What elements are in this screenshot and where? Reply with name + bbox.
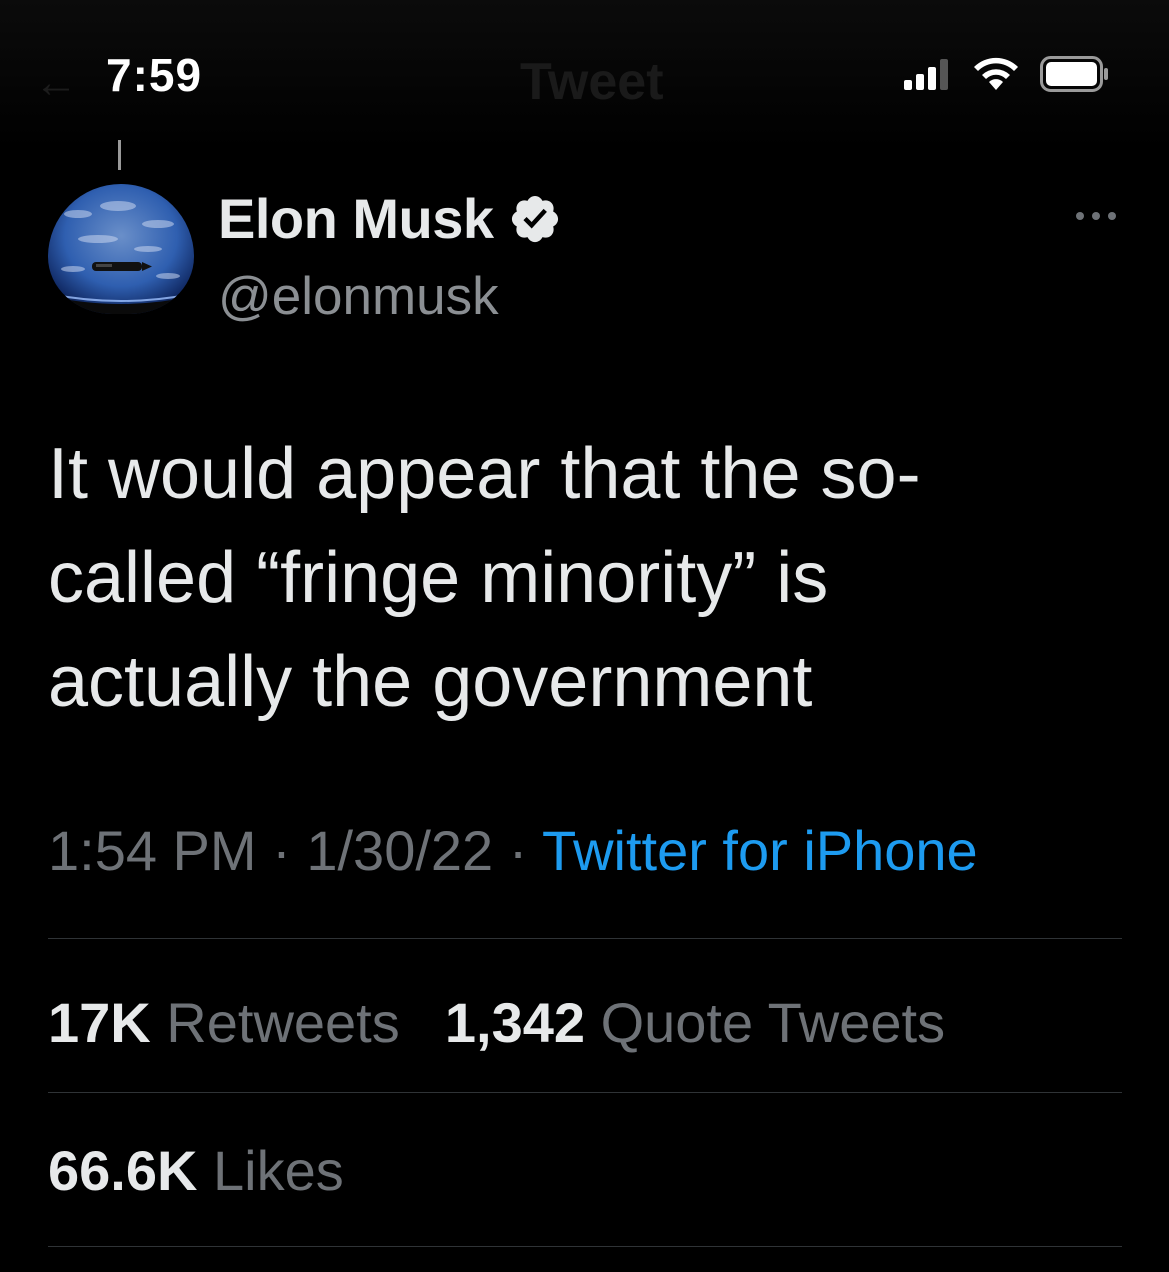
likes-label: Likes bbox=[213, 1139, 344, 1202]
author-name[interactable]: Elon Musk bbox=[218, 186, 494, 251]
meta-separator: · bbox=[272, 819, 291, 882]
thread-connector bbox=[118, 140, 121, 170]
retweets-stat[interactable]: 17K Retweets bbox=[48, 991, 400, 1054]
tweet-date[interactable]: 1/30/22 bbox=[306, 819, 493, 882]
tweet-meta: 1:54 PM · 1/30/22 · Twitter for iPhone bbox=[48, 818, 978, 883]
author-name-row[interactable]: Elon Musk bbox=[218, 186, 562, 251]
tweet-text-line: actually the government bbox=[48, 642, 813, 722]
wifi-icon bbox=[974, 57, 1018, 90]
tweet-text: It would appear that the so- called “fri… bbox=[48, 422, 1108, 734]
likes-stat[interactable]: 66.6K Likes bbox=[48, 1139, 344, 1202]
divider bbox=[48, 1246, 1122, 1247]
cellular-signal-icon bbox=[904, 59, 948, 90]
author-handle[interactable]: @elonmusk bbox=[218, 266, 499, 327]
header-title: Tweet bbox=[520, 53, 664, 111]
engagement-row: 17K Retweets 1,342 Quote Tweets bbox=[48, 990, 945, 1055]
avatar[interactable] bbox=[48, 184, 194, 314]
tweet-text-line: called “fringe minority” is bbox=[48, 538, 829, 618]
battery-icon bbox=[1040, 56, 1108, 92]
tweet-source-link[interactable]: Twitter for iPhone bbox=[542, 819, 978, 882]
retweets-label: Retweets bbox=[166, 991, 400, 1054]
meta-separator: · bbox=[508, 819, 528, 882]
status-bar: ← Tweet 7:59 bbox=[0, 0, 1169, 150]
retweets-count: 17K bbox=[48, 991, 151, 1054]
quote-tweets-label: Quote Tweets bbox=[600, 991, 946, 1054]
avatar-image bbox=[48, 184, 194, 314]
quote-tweets-stat[interactable]: 1,342 Quote Tweets bbox=[445, 991, 945, 1054]
more-options-icon[interactable] bbox=[1072, 204, 1120, 228]
divider bbox=[48, 938, 1122, 939]
divider bbox=[48, 1092, 1122, 1093]
back-arrow-icon[interactable]: ← bbox=[34, 58, 78, 108]
tweet-time[interactable]: 1:54 PM bbox=[48, 819, 257, 882]
verified-badge-icon bbox=[511, 195, 558, 242]
status-time: 7:59 bbox=[106, 49, 203, 101]
tweet-text-line: It would appear that the so- bbox=[48, 434, 921, 514]
likes-count: 66.6K bbox=[48, 1139, 198, 1202]
likes-row: 66.6K Likes bbox=[48, 1138, 344, 1203]
quote-tweets-count: 1,342 bbox=[444, 991, 585, 1054]
